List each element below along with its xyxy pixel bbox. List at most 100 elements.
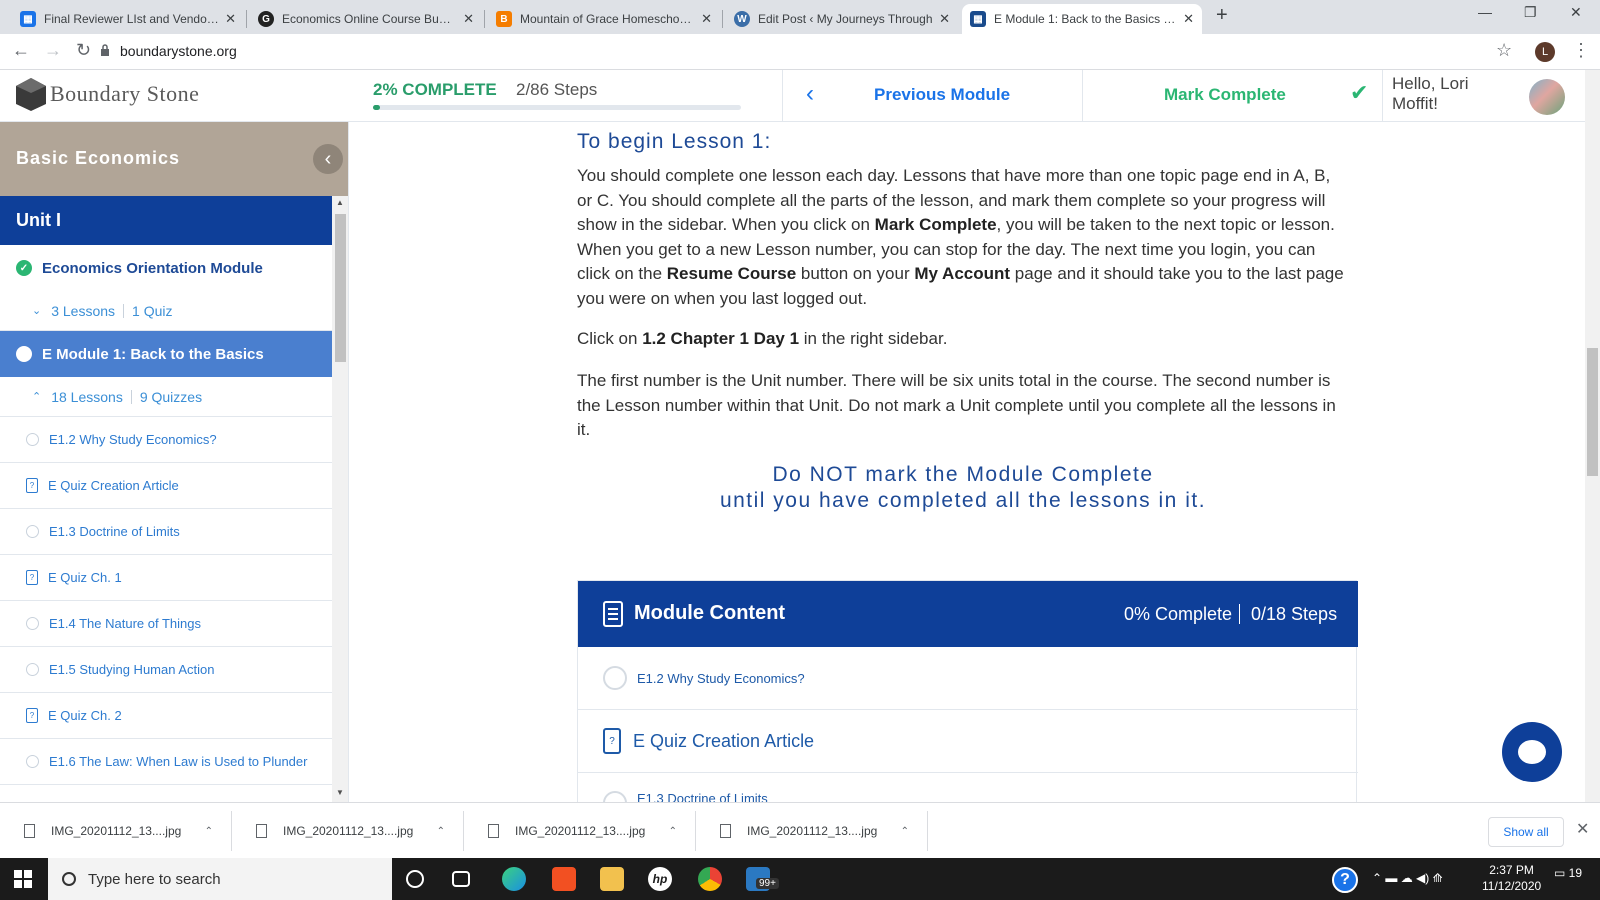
incomplete-circle-icon [26, 525, 39, 538]
profile-avatar[interactable]: L [1535, 42, 1555, 62]
quiz-count: 9 Quizzes [139, 388, 203, 405]
collapse-sidebar-button[interactable]: ‹ [313, 144, 343, 174]
close-tab-icon[interactable]: ✕ [225, 11, 236, 27]
module-expand-toggle[interactable]: ⌃ 18 Lessons 9 Quizzes [0, 377, 332, 417]
task-view-icon[interactable] [452, 871, 470, 887]
topic-label: E1.3 Doctrine of Limits [49, 524, 180, 539]
download-item[interactable]: IMG_20201112_13....jpg ⌃ [4, 811, 232, 851]
page-scrollbar[interactable] [1585, 70, 1600, 802]
incomplete-status-icon [16, 346, 32, 362]
sidebar-topic-item[interactable]: E1.4 The Nature of Things [0, 601, 332, 647]
course-progress-bar [373, 105, 741, 110]
minimize-icon[interactable]: — [1478, 4, 1492, 20]
browser-tab-active[interactable]: ▦ E Module 1: Back to the Basics | E ✕ [962, 4, 1202, 34]
scroll-down-arrow-icon[interactable]: ▼ [336, 788, 344, 797]
topic-label: E1.2 Why Study Economics? [49, 432, 217, 447]
chevron-up-icon[interactable]: ⌃ [901, 826, 909, 837]
forward-icon[interactable]: → [44, 40, 62, 61]
reload-icon[interactable]: ↻ [76, 40, 91, 61]
show-all-downloads-button[interactable]: Show all [1488, 817, 1564, 847]
chevron-left-icon[interactable]: ‹ [806, 80, 814, 108]
g-favicon-icon: G [258, 11, 274, 27]
module-label: Economics Orientation Module [42, 259, 263, 277]
mark-complete-button[interactable]: Mark Complete [1164, 85, 1286, 105]
restore-icon[interactable]: ❐ [1524, 4, 1537, 21]
store-icon[interactable] [552, 867, 576, 891]
download-item[interactable]: IMG_20201112_13....jpg ⌃ [700, 811, 928, 851]
browser-tab[interactable]: W Edit Post ‹ My Journeys Through ✕ [726, 4, 958, 34]
lesson-count: 18 Lessons [51, 388, 123, 405]
chevron-up-icon[interactable]: ⌃ [669, 826, 677, 837]
help-icon[interactable]: ? [1332, 867, 1358, 893]
bookmark-star-icon[interactable]: ☆ [1496, 40, 1512, 61]
page-scroll-thumb[interactable] [1587, 348, 1598, 476]
hp-icon[interactable]: hp [648, 867, 672, 891]
windows-start-icon[interactable] [14, 870, 32, 888]
close-tab-icon[interactable]: ✕ [463, 11, 474, 27]
browser-tab[interactable]: B Mountain of Grace Homeschoolin ✕ [488, 4, 720, 34]
window-close-icon[interactable]: ✕ [1570, 4, 1582, 21]
course-progress-percent: 2% COMPLETE [373, 80, 497, 99]
download-filename: IMG_20201112_13....jpg [515, 824, 646, 838]
system-tray-icons[interactable]: ⌃ ▬ ☁ ◀) ⟰ [1372, 871, 1443, 885]
file-icon [720, 824, 731, 838]
taskbar-search-box[interactable]: Type here to search [48, 858, 392, 900]
search-icon [62, 872, 76, 886]
new-tab-icon[interactable]: + [1216, 4, 1228, 27]
close-tab-icon[interactable]: ✕ [1183, 11, 1194, 27]
module-content-row[interactable]: E1.2 Why Study Economics? [578, 647, 1358, 710]
module-content-row[interactable]: ? E Quiz Creation Article [578, 710, 1358, 773]
browser-tab[interactable]: ▦ Final Reviewer LIst and Vendor In ✕ [12, 4, 244, 34]
site-logo[interactable]: Boundary Stone [14, 76, 199, 112]
unit-header[interactable]: Unit I [0, 196, 332, 245]
search-placeholder: Type here to search [88, 870, 221, 888]
sidebar-topic-item[interactable]: ? E Quiz Creation Article [0, 463, 332, 509]
module-item-orientation[interactable]: ✓ Economics Orientation Module [0, 245, 332, 291]
scroll-up-arrow-icon[interactable]: ▲ [336, 198, 344, 207]
module-item-active[interactable]: E Module 1: Back to the Basics [0, 331, 332, 377]
user-avatar[interactable] [1529, 79, 1565, 115]
close-tab-icon[interactable]: ✕ [701, 11, 712, 27]
sidebar-scroll-thumb[interactable] [335, 214, 346, 362]
sidebar-topic-item[interactable]: ? E Quiz Ch. 2 [0, 693, 332, 739]
previous-module-button[interactable]: Previous Module [874, 85, 1010, 105]
tab-title: Final Reviewer LIst and Vendor In [44, 12, 220, 26]
file-icon [24, 824, 35, 838]
notification-center-icon[interactable]: ▭ 19 [1554, 866, 1582, 880]
close-downloads-icon[interactable]: ✕ [1576, 819, 1589, 839]
taskbar-clock[interactable]: 2:37 PM 11/12/2020 [1482, 862, 1541, 894]
tab-title: E Module 1: Back to the Basics | E [994, 12, 1178, 26]
module-content-title: Module Content [634, 602, 786, 624]
sheet-favicon-icon: ▦ [20, 11, 36, 27]
module-content-row[interactable]: E1.3 Doctrine of Limits [578, 773, 1358, 802]
sidebar-topic-item[interactable]: ? E Quiz Ch. 1 [0, 555, 332, 601]
file-explorer-icon[interactable] [600, 867, 624, 891]
lock-icon [101, 44, 109, 56]
chevron-up-icon[interactable]: ⌃ [437, 826, 445, 837]
sidebar-topic-item[interactable]: E1.5 Studying Human Action [0, 647, 332, 693]
sidebar-topic-item[interactable]: E1.2 Why Study Economics? [0, 417, 332, 463]
module-expand-toggle[interactable]: ⌄ 3 Lessons 1 Quiz [0, 291, 332, 331]
browser-tab-strip: ▦ Final Reviewer LIst and Vendor In ✕ G … [0, 0, 1600, 34]
browser-tab[interactable]: G Economics Online Course Bundle ✕ [250, 4, 482, 34]
chrome-icon[interactable] [698, 867, 722, 891]
course-banner: Basic Economics ‹ [0, 122, 348, 196]
sidebar-topic-item[interactable]: E1.6 The Law: When Law is Used to Plunde… [0, 739, 332, 785]
download-item[interactable]: IMG_20201112_13....jpg ⌃ [468, 811, 696, 851]
row-label: E Quiz Creation Article [633, 730, 815, 751]
topic-label: E Quiz Creation Article [48, 478, 179, 493]
quiz-icon: ? [26, 570, 38, 585]
file-icon [256, 824, 267, 838]
module-content-header: Module Content 0% Complete 0/18 Steps [578, 581, 1358, 647]
close-tab-icon[interactable]: ✕ [939, 11, 950, 27]
sidebar-scrollbar[interactable]: ▲ ▼ [332, 196, 348, 802]
cortana-icon[interactable] [406, 870, 424, 888]
edge-browser-icon[interactable] [502, 867, 526, 891]
download-item[interactable]: IMG_20201112_13....jpg ⌃ [236, 811, 464, 851]
back-icon[interactable]: ← [12, 40, 30, 61]
chevron-up-icon[interactable]: ⌃ [205, 826, 213, 837]
chat-widget-button[interactable] [1502, 722, 1562, 782]
sidebar-topic-item[interactable]: E1.3 Doctrine of Limits [0, 509, 332, 555]
url-field[interactable]: boundarystone.org [120, 43, 237, 59]
browser-menu-icon[interactable]: ⋮ [1572, 40, 1590, 61]
